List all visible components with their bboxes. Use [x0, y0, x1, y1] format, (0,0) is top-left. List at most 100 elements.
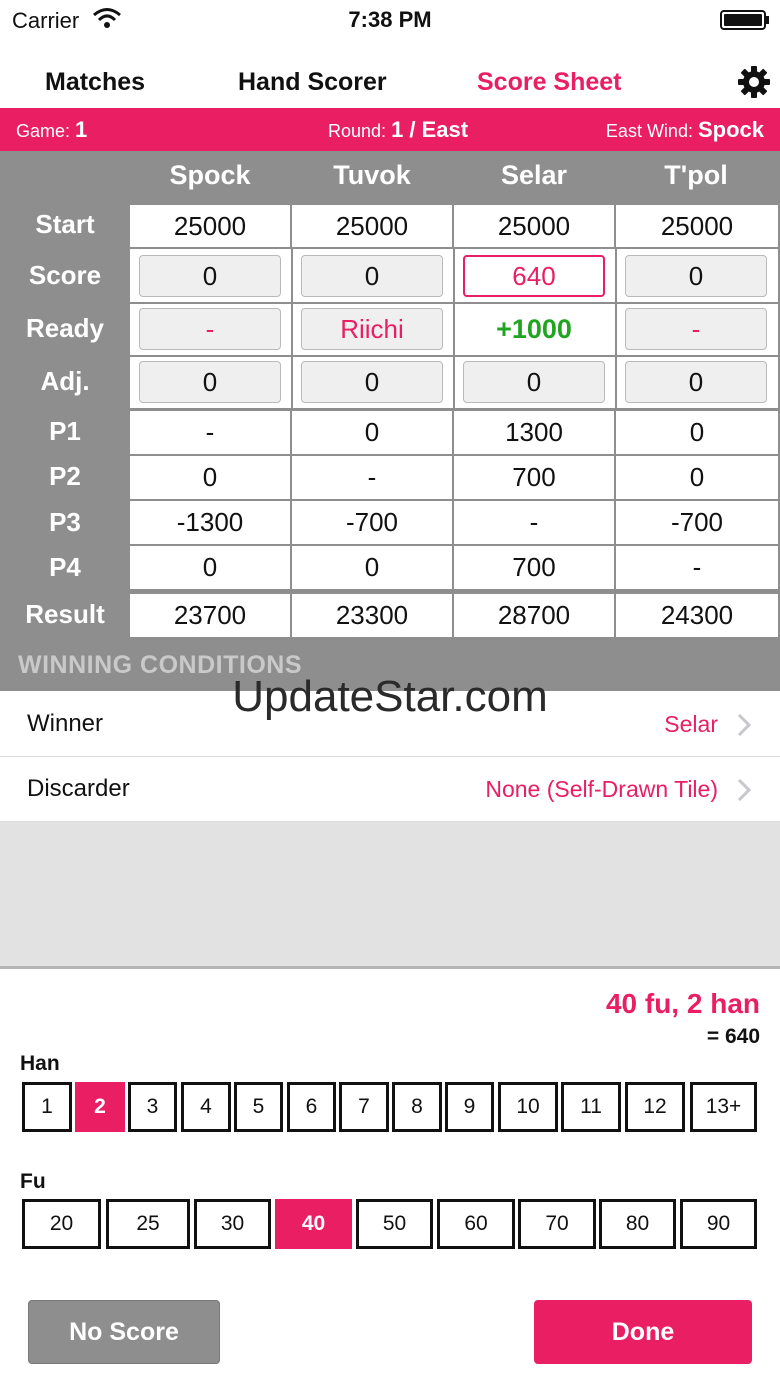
ready-toggle-tuvok[interactable]: Riichi — [301, 308, 443, 350]
result-cell-selar: 28700 — [454, 594, 614, 637]
fu-option-30[interactable]: 30 — [194, 1199, 271, 1249]
east-wind-label: East Wind: — [605, 121, 693, 141]
east-wind-value: Spock — [697, 117, 764, 142]
fu-option-25[interactable]: 25 — [106, 1199, 190, 1249]
fu-option-90[interactable]: 90 — [680, 1199, 757, 1249]
result-cell-tuvok: 23300 — [292, 594, 452, 637]
han-option-5[interactable]: 5 — [234, 1082, 283, 1132]
watermark: UpdateStar.com — [232, 672, 548, 721]
p3-cell-tpol: -700 — [616, 501, 778, 544]
tab-hand-scorer[interactable]: Hand Scorer — [238, 68, 387, 97]
score-field-selar[interactable]: 640 — [463, 255, 605, 297]
adj-field-tpol[interactable]: 0 — [625, 361, 767, 403]
adj-field-tuvok[interactable]: 0 — [301, 361, 443, 403]
fu-option-70[interactable]: 70 — [518, 1199, 596, 1249]
score-field-tuvok[interactable]: 0 — [301, 255, 443, 297]
player-header-selar: Selar — [500, 160, 568, 190]
p3-cell-spock: -1300 — [130, 501, 290, 544]
row-label-p3: P3 — [49, 507, 81, 537]
tab-matches[interactable]: Matches — [45, 68, 145, 97]
gear-icon[interactable] — [736, 64, 772, 100]
han-option-7[interactable]: 7 — [339, 1082, 389, 1132]
han-option-11[interactable]: 11 — [561, 1082, 621, 1132]
han-option-12[interactable]: 12 — [625, 1082, 685, 1132]
result-cell-tpol: 24300 — [616, 594, 778, 637]
game-info: Game: 1 — [16, 117, 87, 143]
start-cell-tuvok: 25000 — [292, 205, 452, 247]
p4-cell-spock: 0 — [130, 546, 290, 589]
panel-separator — [0, 966, 780, 969]
han-label: Han — [20, 1052, 60, 1075]
row-label-ready: Ready — [25, 313, 105, 343]
status-bar: Carrier 7:38 PM — [0, 0, 780, 40]
han-option-1[interactable]: 1 — [22, 1082, 72, 1132]
discarder-label: Discarder — [27, 775, 130, 802]
ready-toggle-spock[interactable]: - — [139, 308, 281, 350]
p2-cell-selar: 700 — [454, 456, 614, 499]
clock-time: 7:38 PM — [348, 7, 432, 32]
han-option-3[interactable]: 3 — [128, 1082, 177, 1132]
fu-option-80[interactable]: 80 — [599, 1199, 676, 1249]
row-label-start: Start — [35, 209, 95, 239]
battery-icon — [720, 10, 769, 30]
p4-cell-tuvok: 0 — [292, 546, 452, 589]
round-label: Round: — [328, 121, 387, 141]
fu-option-60[interactable]: 60 — [437, 1199, 515, 1249]
han-option-9[interactable]: 9 — [445, 1082, 494, 1132]
row-label-p4: P4 — [49, 552, 81, 582]
p2-cell-tpol: 0 — [616, 456, 778, 499]
p1-cell-tuvok: 0 — [292, 411, 452, 454]
player-header-tuvok: Tuvok — [333, 160, 411, 190]
empty-panel — [0, 822, 780, 966]
p2-cell-spock: 0 — [130, 456, 290, 499]
p1-cell-selar: 1300 — [454, 411, 614, 454]
p2-cell-tuvok: - — [292, 456, 452, 499]
p4-cell-tpol: - — [616, 546, 778, 589]
adj-field-selar[interactable]: 0 — [463, 361, 605, 403]
han-option-4[interactable]: 4 — [181, 1082, 231, 1132]
start-cell-tpol: 25000 — [616, 205, 778, 247]
start-cell-spock: 25000 — [130, 205, 290, 247]
hand-points: = 640 — [706, 1025, 760, 1048]
p3-cell-selar: - — [454, 501, 614, 544]
grid-divider — [130, 302, 778, 304]
round-value: 1 / East — [391, 117, 469, 142]
grid-divider — [615, 249, 617, 408]
row-label-p1: P1 — [49, 416, 81, 446]
score-field-tpol[interactable]: 0 — [625, 255, 767, 297]
row-label-result: Result — [25, 599, 105, 629]
ready-bonus-selar: +1000 — [496, 313, 572, 344]
game-info-bar: Game: 1 Round: 1 / East East Wind: Spock — [0, 108, 780, 151]
ready-toggle-tpol[interactable]: - — [625, 308, 767, 350]
row-label-adj: Adj. — [40, 366, 90, 396]
han-option-2[interactable]: 2 — [75, 1082, 125, 1132]
fu-option-40[interactable]: 40 — [275, 1199, 352, 1249]
hand-summary: 40 fu, 2 han — [605, 988, 760, 1019]
adj-field-spock[interactable]: 0 — [139, 361, 281, 403]
tab-score-sheet[interactable]: Score Sheet — [477, 68, 622, 97]
game-label: Game: — [16, 121, 71, 141]
grid-divider — [291, 249, 293, 408]
round-info: Round: 1 / East — [328, 117, 468, 143]
p3-cell-tuvok: -700 — [292, 501, 452, 544]
row-label-p2: P2 — [49, 461, 81, 491]
done-button[interactable]: Done — [534, 1300, 752, 1364]
row-label-score: Score — [28, 260, 102, 290]
fu-option-50[interactable]: 50 — [356, 1199, 433, 1249]
p4-cell-selar: 700 — [454, 546, 614, 589]
chevron-right-icon — [737, 778, 752, 802]
han-option-13-plus[interactable]: 13+ — [690, 1082, 757, 1132]
han-option-8[interactable]: 8 — [392, 1082, 442, 1132]
no-score-button[interactable]: No Score — [28, 1300, 220, 1364]
player-header-spock: Spock — [169, 160, 251, 190]
fu-option-20[interactable]: 20 — [22, 1199, 101, 1249]
score-field-spock[interactable]: 0 — [139, 255, 281, 297]
result-cell-spock: 23700 — [130, 594, 290, 637]
player-header-tpol: T'pol — [664, 160, 728, 190]
grid-divider — [453, 249, 455, 408]
grid-divider — [130, 355, 778, 357]
discarder-row[interactable]: Discarder None (Self-Drawn Tile) — [0, 757, 780, 821]
discarder-value: None (Self-Drawn Tile) — [485, 776, 718, 802]
han-option-10[interactable]: 10 — [498, 1082, 558, 1132]
han-option-6[interactable]: 6 — [287, 1082, 336, 1132]
